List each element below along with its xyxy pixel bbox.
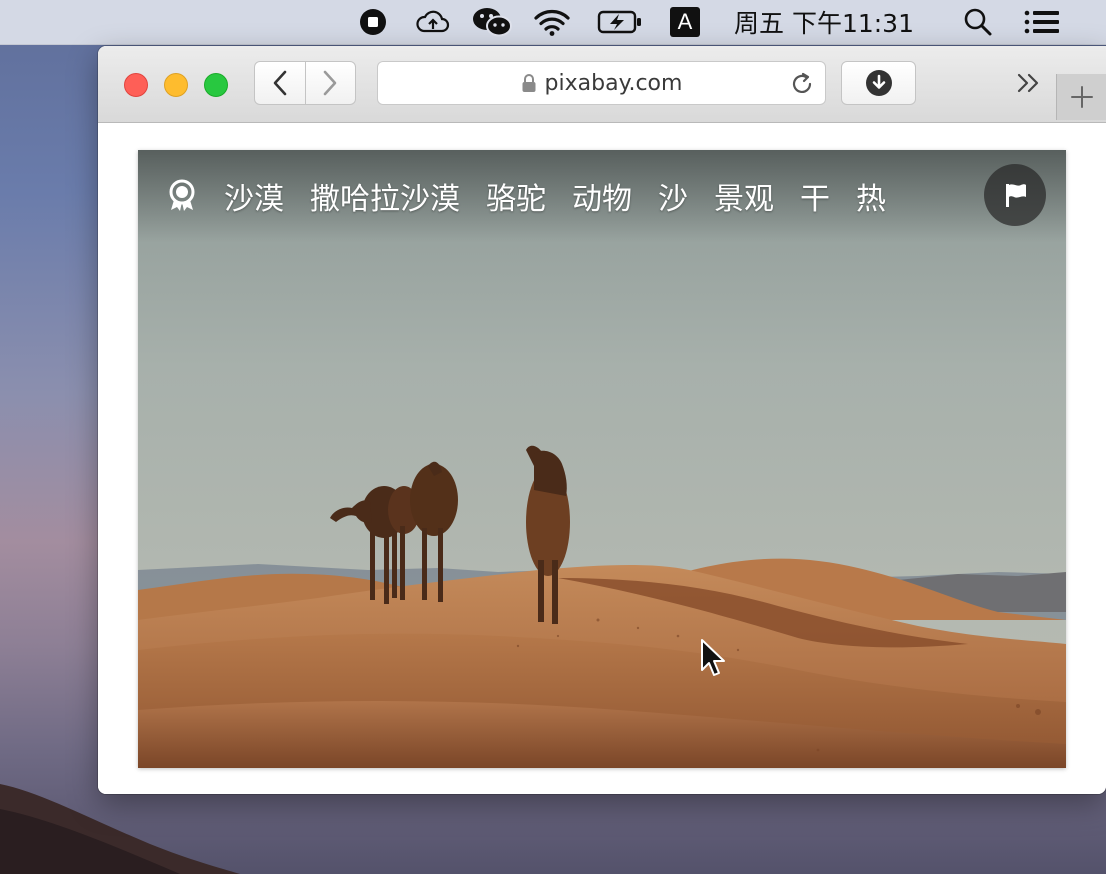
tag-bar: 沙漠 撒哈拉沙漠 骆驼 动物 沙 景观 干 热 — [138, 150, 1066, 242]
page-content: 沙漠 撒哈拉沙漠 骆驼 动物 沙 景观 干 热 — [98, 123, 1106, 794]
menubar-clock[interactable]: 周五 下午11:31 — [734, 0, 924, 44]
toolbar-overflow-button[interactable] — [1016, 72, 1042, 100]
forward-icon — [323, 70, 337, 96]
photo-card[interactable]: 沙漠 撒哈拉沙漠 骆驼 动物 沙 景观 干 热 — [138, 150, 1066, 768]
input-method-label: A — [677, 9, 693, 34]
reload-button[interactable] — [789, 71, 815, 101]
tag-item[interactable]: 骆驼 — [486, 174, 546, 218]
new-tab-plus-icon — [1071, 86, 1093, 108]
control-list-icon[interactable] — [1022, 0, 1062, 44]
lock-icon — [522, 74, 536, 92]
url-text: pixabay.com — [544, 70, 683, 96]
tag-list: 沙漠 撒哈拉沙漠 骆驼 动物 沙 景观 干 热 — [224, 174, 886, 218]
minimize-window-button[interactable] — [164, 73, 188, 97]
tag-item[interactable]: 沙漠 — [224, 174, 284, 218]
datetime-label: 周五 下午11:31 — [734, 9, 914, 38]
browser-toolbar: pixabay.com — [98, 46, 1106, 123]
back-icon — [273, 70, 287, 96]
new-tab-button[interactable] — [1056, 74, 1106, 120]
address-bar[interactable]: pixabay.com — [377, 61, 826, 105]
desert-camel-photo[interactable] — [138, 150, 1066, 768]
tag-item[interactable]: 景观 — [714, 174, 774, 218]
flag-icon — [1006, 184, 1026, 207]
navigation-buttons — [254, 61, 356, 105]
spotlight-search-icon[interactable] — [962, 0, 994, 44]
screen-record-icon[interactable] — [356, 0, 390, 44]
award-icon — [166, 178, 198, 216]
browser-window: pixabay.com 沙漠 撒哈拉沙漠 骆驼 动物 沙 景观 干 热 — [98, 46, 1106, 794]
cloud-upload-icon[interactable] — [414, 0, 452, 44]
tag-item[interactable]: 干 — [800, 174, 830, 218]
tag-item[interactable]: 热 — [856, 174, 886, 218]
menu-bar: A 周五 下午11:31 — [0, 0, 1106, 45]
tag-item[interactable]: 沙 — [658, 174, 688, 218]
reload-icon — [792, 72, 812, 93]
back-button[interactable] — [255, 62, 305, 104]
wechat-icon[interactable] — [470, 0, 514, 44]
tag-item[interactable]: 动物 — [572, 174, 632, 218]
input-method-icon[interactable]: A — [668, 0, 702, 44]
report-flag-button[interactable] — [984, 164, 1046, 226]
forward-button[interactable] — [304, 62, 356, 104]
tag-item[interactable]: 撒哈拉沙漠 — [310, 174, 460, 218]
downloads-button[interactable] — [841, 61, 916, 105]
wifi-icon[interactable] — [530, 0, 574, 44]
download-icon — [865, 70, 892, 96]
battery-charging-icon[interactable] — [596, 0, 644, 44]
overflow-chevrons-icon — [1017, 73, 1039, 93]
mouse-pointer-icon — [701, 639, 725, 676]
close-window-button[interactable] — [124, 73, 148, 97]
zoom-window-button[interactable] — [204, 73, 228, 97]
